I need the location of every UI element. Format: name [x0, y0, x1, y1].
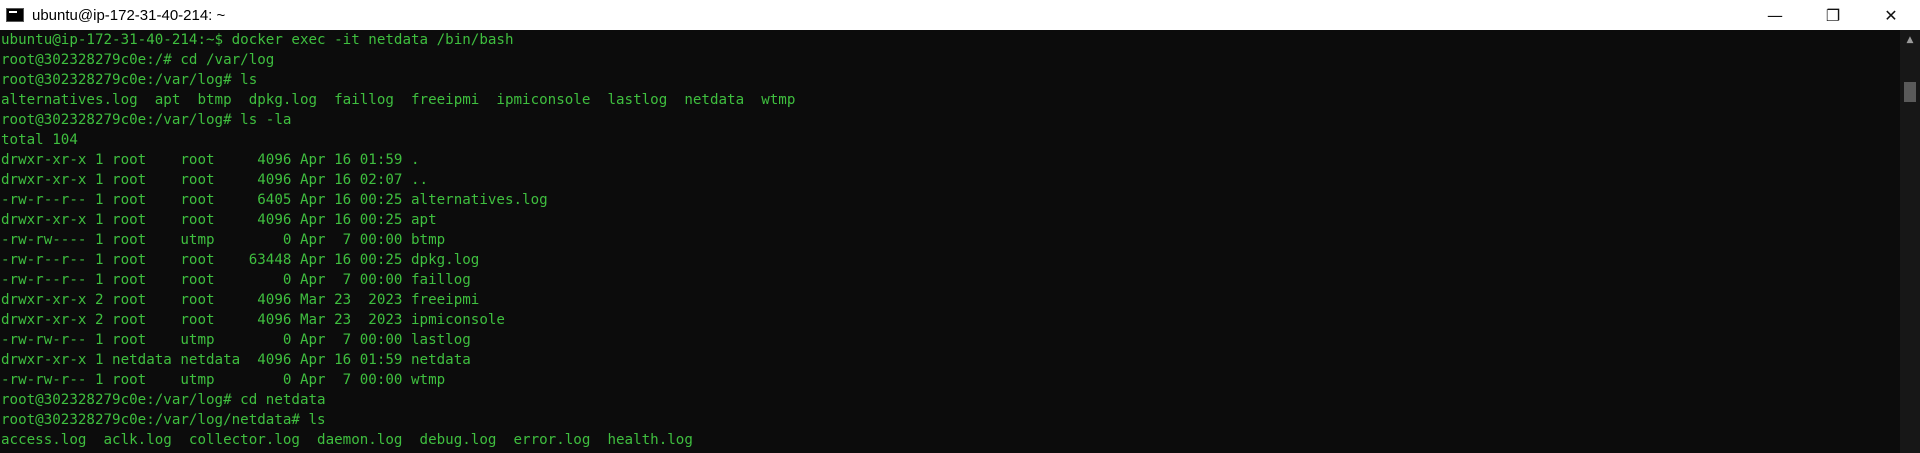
terminal-line: -rw-r--r-- 1 root root 0 Apr 7 00:00 fai…	[1, 272, 471, 288]
terminal-line: drwxr-xr-x 2 root root 4096 Mar 23 2023 …	[1, 312, 505, 328]
terminal-line: -rw-r--r-- 1 root root 6405 Apr 16 00:25…	[1, 192, 548, 208]
scroll-up-arrow-icon[interactable]: ▲	[1900, 30, 1920, 50]
terminal-line: drwxr-xr-x 1 netdata netdata 4096 Apr 16…	[1, 352, 471, 368]
terminal-line: -rw-r--r-- 1 root root 63448 Apr 16 00:2…	[1, 252, 480, 268]
terminal-line: root@302328279c0e:/var/log/netdata# ls	[1, 412, 326, 428]
terminal-line: root@302328279c0e:/var/log# ls	[1, 72, 258, 88]
terminal-line: access.log aclk.log collector.log daemon…	[1, 432, 693, 448]
terminal-line: total 104	[1, 132, 78, 148]
terminal-line: root@302328279c0e:/# cd /var/log	[1, 52, 275, 68]
vertical-scrollbar[interactable]: ▲	[1900, 30, 1920, 453]
terminal-line: drwxr-xr-x 1 root root 4096 Apr 16 01:59…	[1, 152, 420, 168]
console-icon	[6, 8, 24, 22]
minimize-button[interactable]: —	[1746, 0, 1804, 30]
terminal-line: ubuntu@ip-172-31-40-214:~$ docker exec -…	[1, 32, 514, 48]
window-controls: — ❐ ✕	[1746, 0, 1920, 30]
terminal-line: -rw-rw-r-- 1 root utmp 0 Apr 7 00:00 wtm…	[1, 372, 446, 388]
terminal-output[interactable]: ubuntu@ip-172-31-40-214:~$ docker exec -…	[0, 30, 1900, 453]
maximize-button[interactable]: ❐	[1804, 0, 1862, 30]
terminal-line: drwxr-xr-x 1 root root 4096 Apr 16 02:07…	[1, 172, 429, 188]
terminal-line: drwxr-xr-x 2 root root 4096 Mar 23 2023 …	[1, 292, 480, 308]
window-title: ubuntu@ip-172-31-40-214: ~	[32, 6, 226, 24]
terminal-line: -rw-rw---- 1 root utmp 0 Apr 7 00:00 btm…	[1, 232, 446, 248]
title-bar[interactable]: ubuntu@ip-172-31-40-214: ~ — ❐ ✕	[0, 0, 1920, 30]
terminal-window: ubuntu@ip-172-31-40-214: ~ — ❐ ✕ ubuntu@…	[0, 0, 1920, 453]
terminal-line: root@302328279c0e:/var/log# cd netdata	[1, 392, 326, 408]
terminal-line: -rw-rw-r-- 1 root utmp 0 Apr 7 00:00 las…	[1, 332, 471, 348]
terminal-line: drwxr-xr-x 1 root root 4096 Apr 16 00:25…	[1, 212, 437, 228]
close-button[interactable]: ✕	[1862, 0, 1920, 30]
terminal-line: root@302328279c0e:/var/log# ls -la	[1, 112, 292, 128]
scroll-thumb[interactable]	[1904, 82, 1916, 102]
terminal-line: alternatives.log apt btmp dpkg.log faill…	[1, 92, 796, 108]
